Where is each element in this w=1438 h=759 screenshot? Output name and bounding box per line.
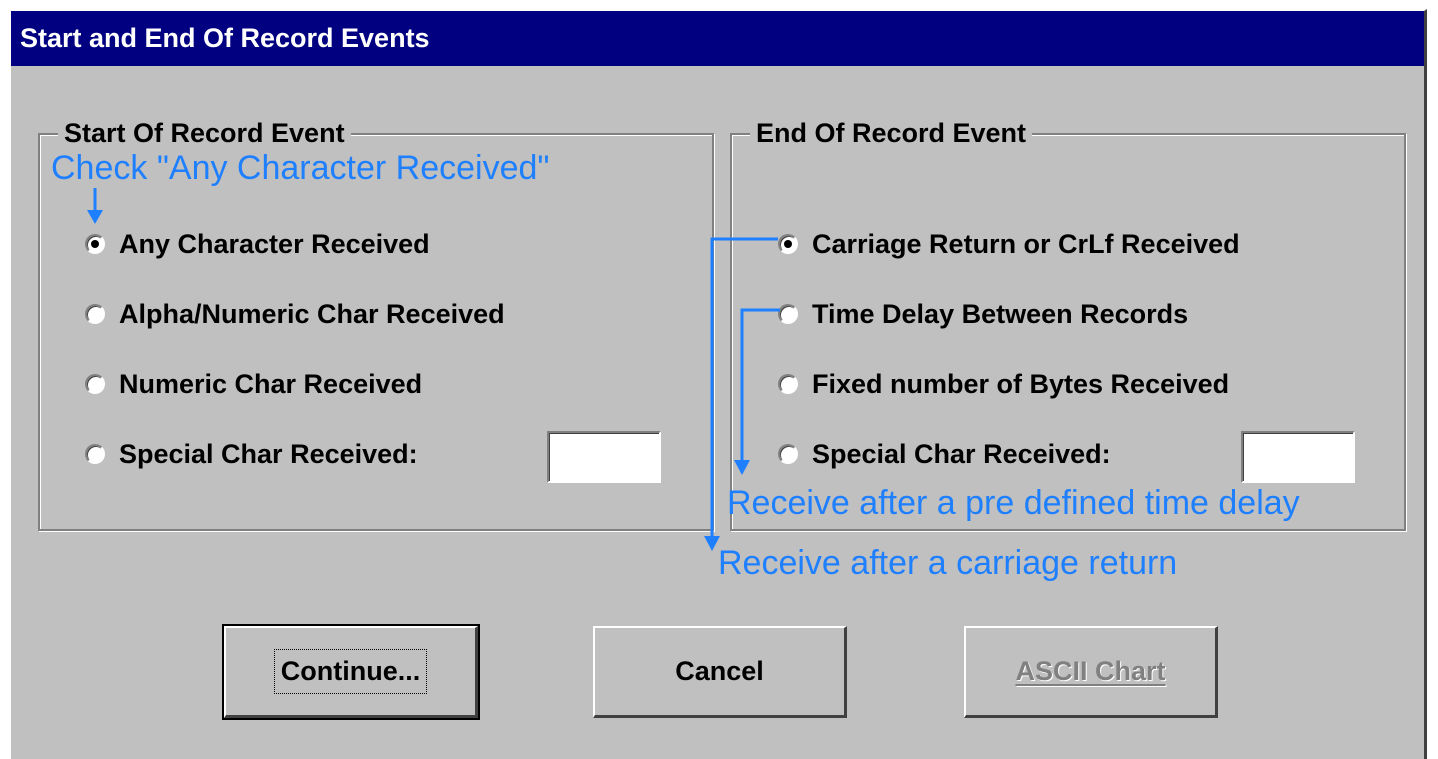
dialog-window: Start and End Of Record Events Start Of …	[9, 9, 1427, 759]
end-option-fixed-bytes[interactable]: Fixed number of Bytes Received	[778, 366, 1229, 402]
annotation-time-delay-hint: Receive after a pre defined time delay	[727, 484, 1300, 522]
radio-icon[interactable]	[85, 374, 105, 394]
end-special-char-input[interactable]	[1241, 431, 1355, 483]
cancel-button[interactable]: Cancel	[593, 626, 847, 718]
start-option-any-char[interactable]: Any Character Received	[85, 226, 430, 262]
end-option-label: Special Char Received:	[812, 438, 1111, 469]
start-option-special-char[interactable]: Special Char Received:	[85, 436, 418, 472]
start-option-label: Special Char Received:	[119, 438, 418, 469]
radio-icon[interactable]	[778, 444, 798, 464]
end-option-label: Carriage Return or CrLf Received	[812, 228, 1240, 259]
start-option-numeric[interactable]: Numeric Char Received	[85, 366, 422, 402]
cancel-button-label: Cancel	[675, 656, 764, 686]
end-option-special-char[interactable]: Special Char Received:	[778, 436, 1111, 472]
end-option-label: Time Delay Between Records	[812, 298, 1189, 329]
radio-icon[interactable]	[778, 374, 798, 394]
start-option-label: Alpha/Numeric Char Received	[119, 298, 505, 329]
end-group-legend: End Of Record Event	[750, 115, 1033, 151]
end-option-carriage-return[interactable]: Carriage Return or CrLf Received	[778, 226, 1240, 262]
radio-icon[interactable]	[85, 304, 105, 324]
title-bar: Start and End Of Record Events	[11, 11, 1424, 66]
continue-button[interactable]: Continue...	[222, 624, 480, 720]
window-title: Start and End Of Record Events	[20, 23, 430, 53]
start-option-label: Numeric Char Received	[119, 368, 423, 399]
start-group-legend: Start Of Record Event	[58, 115, 351, 151]
ascii-chart-button-label: ASCII Chart	[1015, 656, 1166, 686]
radio-icon[interactable]	[85, 444, 105, 464]
start-option-alphanumeric[interactable]: Alpha/Numeric Char Received	[85, 296, 505, 332]
radio-checked-icon[interactable]	[778, 234, 798, 254]
annotation-start-hint: Check "Any Character Received"	[51, 149, 550, 187]
end-option-label: Fixed number of Bytes Received	[812, 368, 1230, 399]
continue-button-label: Continue...	[273, 649, 428, 694]
start-option-label: Any Character Received	[119, 228, 430, 259]
annotation-carriage-return-hint: Receive after a carriage return	[718, 544, 1178, 582]
start-special-char-input[interactable]	[547, 431, 661, 483]
end-option-time-delay[interactable]: Time Delay Between Records	[778, 296, 1188, 332]
radio-checked-icon[interactable]	[85, 234, 105, 254]
radio-icon[interactable]	[778, 304, 798, 324]
ascii-chart-button[interactable]: ASCII Chart	[964, 626, 1218, 718]
